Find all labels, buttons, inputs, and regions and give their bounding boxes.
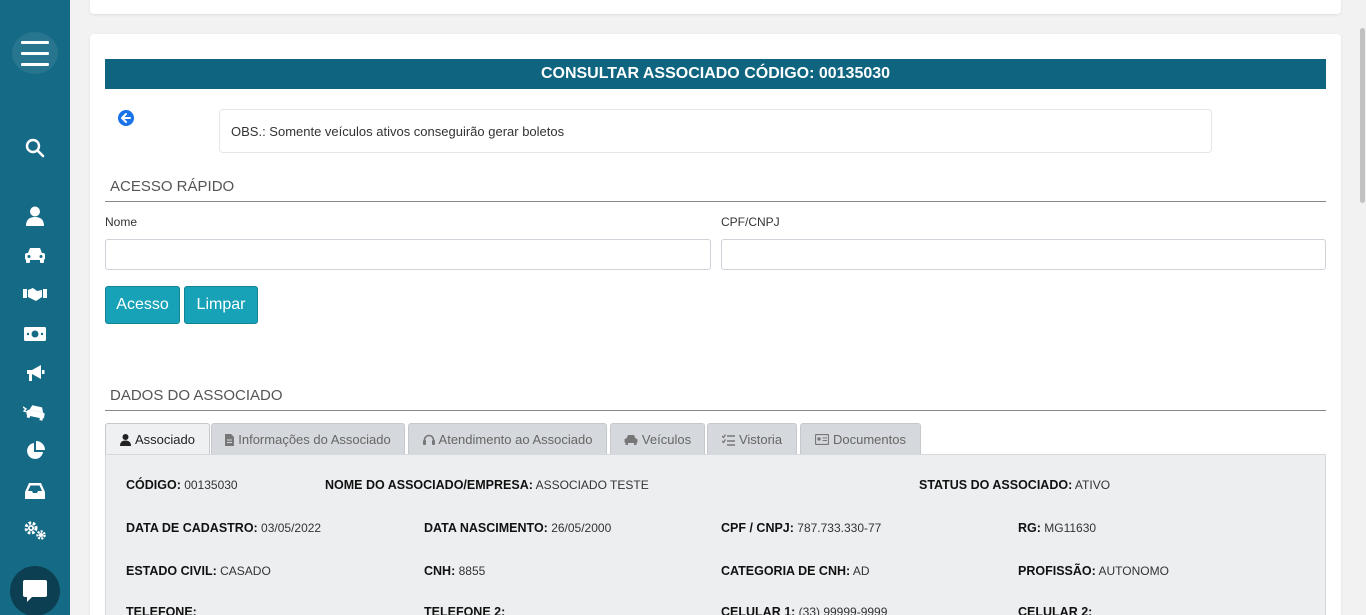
field-categoria-cnh: CATEGORIA DE CNH: AD [721, 564, 870, 578]
file-icon [225, 433, 235, 446]
associate-section-title: DADOS DO ASSOCIADO [105, 387, 1326, 411]
obs-notice: OBS.: Somente veículos ativos conseguirã… [219, 109, 1212, 153]
clear-button[interactable]: Limpar [184, 286, 258, 324]
top-card [90, 0, 1341, 14]
page-scrollbar[interactable] [1358, 0, 1366, 615]
tab-associado[interactable]: Associado [105, 423, 210, 455]
field-cpf: CPF / CNPJ: 787.733.330-77 [721, 521, 882, 535]
field-profissao: PROFISSÃO: AUTONOMO [1018, 564, 1169, 578]
field-status: STATUS DO ASSOCIADO: ATIVO [919, 478, 1111, 492]
field-celular1: CELULAR 1: (33) 99999-9999 [721, 605, 888, 615]
tab-informacoes[interactable]: Informações do Associado [211, 423, 405, 455]
tab-label: Associado [135, 432, 195, 447]
megaphone-icon[interactable] [0, 357, 70, 389]
search-icon[interactable] [0, 132, 70, 164]
menu-icon[interactable] [12, 32, 58, 74]
user-icon[interactable] [0, 200, 70, 232]
access-button[interactable]: Acesso [105, 286, 180, 324]
tab-vistoria[interactable]: Vistoria [707, 423, 797, 455]
id-card-icon [815, 434, 829, 445]
chat-icon[interactable] [10, 566, 60, 615]
cogs-icon[interactable] [0, 514, 70, 546]
back-arrow-icon[interactable] [118, 110, 134, 126]
tab-atendimento[interactable]: Atendimento ao Associado [408, 423, 607, 455]
money-icon[interactable] [0, 318, 70, 350]
tab-label: Veículos [641, 432, 692, 447]
field-cnh: CNH: 8855 [424, 564, 486, 578]
cpf-input[interactable] [721, 239, 1326, 270]
tab-label: Vistoria [738, 432, 783, 447]
sidebar [0, 0, 70, 615]
car-icon[interactable] [0, 239, 70, 271]
inbox-icon[interactable] [0, 475, 70, 507]
cpf-label: CPF/CNPJ [721, 215, 780, 229]
pie-chart-icon[interactable] [0, 435, 70, 467]
user-icon [120, 433, 131, 446]
scrollbar-thumb[interactable] [1360, 28, 1365, 203]
field-data-nascimento: DATA NASCIMENTO: 26/05/2000 [424, 521, 612, 535]
name-label: Nome [105, 215, 138, 229]
tab-label: Documentos [833, 432, 906, 447]
field-codigo: CÓDIGO: 00135030 [126, 478, 238, 492]
page-title: CONSULTAR ASSOCIADO CÓDIGO: 00135030 [105, 59, 1326, 89]
car-crash-icon[interactable] [0, 396, 70, 428]
handshake-icon[interactable] [0, 278, 70, 310]
name-input[interactable] [105, 239, 711, 270]
field-telefone2: TELEFONE 2: [424, 605, 506, 615]
field-nome: NOME DO ASSOCIADO/EMPRESA: ASSOCIADO TES… [325, 478, 649, 492]
field-rg: RG: MG11630 [1018, 521, 1097, 535]
tab-label: Atendimento ao Associado [438, 432, 593, 447]
field-celular2: CELULAR 2: [1018, 605, 1093, 615]
headset-icon [422, 434, 435, 445]
car-icon [624, 435, 638, 445]
quick-access-title: ACESSO RÁPIDO [105, 178, 1326, 202]
field-data-cadastro: DATA DE CADASTRO: 03/05/2022 [126, 521, 322, 535]
checklist-icon [721, 433, 735, 446]
obs-text: OBS.: Somente veículos ativos conseguirã… [231, 123, 565, 139]
field-estado-civil: ESTADO CIVIL: CASADO [126, 564, 271, 578]
tab-documentos[interactable]: Documentos [800, 423, 921, 455]
tab-veiculos[interactable]: Veículos [610, 423, 705, 455]
field-telefone: TELEFONE: [126, 605, 197, 615]
tab-label: Informações do Associado [238, 432, 391, 447]
